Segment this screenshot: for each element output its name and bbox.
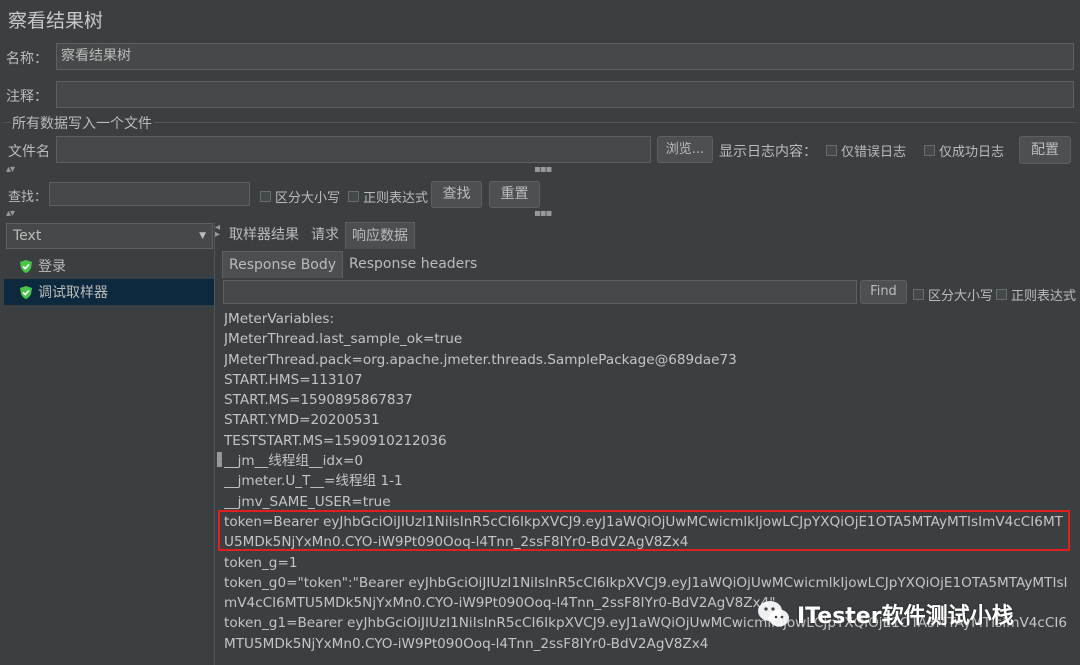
name-label: 名称： — [6, 51, 48, 67]
response-find-button[interactable]: Find — [860, 280, 907, 304]
file-section-border — [4, 122, 1076, 123]
response-line: JMeterVariables: — [224, 311, 335, 327]
filename-label: 文件名 — [8, 144, 50, 160]
tree-item-login[interactable]: 登录 — [4, 253, 214, 279]
renderer-select[interactable]: Text ▼ — [6, 223, 213, 249]
success-only-label: 仅成功日志 — [939, 145, 1005, 160]
watermark: ITester软件测试小栈 — [757, 598, 1014, 630]
regex-label: 正则表达式 — [363, 191, 429, 206]
checkbox-icon — [826, 145, 837, 156]
collapse-arrows-icon[interactable]: ◂ ▸ — [215, 223, 221, 240]
checkbox-icon — [996, 289, 1007, 300]
tab-request[interactable]: 请求 — [305, 222, 345, 249]
response-line: token_g=1 — [224, 554, 298, 571]
result-tabs: 取样器结果 请求 响应数据 — [223, 222, 415, 249]
response-line: __jm__线程组__idx=0 — [224, 453, 364, 470]
case-sensitive-label: 区分大小写 — [275, 191, 341, 206]
regex-checkbox[interactable]: 正则表达式 — [348, 187, 428, 206]
filename-field[interactable] — [56, 136, 651, 163]
vertical-divider[interactable] — [214, 222, 215, 665]
splitter-handle-icon[interactable]: ▪▪▪ — [534, 165, 552, 175]
response-line: JMeterThread.last_sample_ok=true — [224, 331, 463, 348]
case-sensitive-label: 区分大小写 — [928, 289, 994, 304]
search-input[interactable] — [49, 182, 250, 206]
tree-item-debug-sampler[interactable]: 调试取样器 — [4, 279, 214, 305]
checkbox-icon — [348, 191, 359, 202]
splitter-handle-icon[interactable]: ▪▪▪ — [534, 209, 552, 219]
find-button[interactable]: 查找 — [431, 181, 482, 208]
tab-response-headers[interactable]: Response headers — [343, 251, 483, 278]
search-label: 查找： — [8, 190, 48, 205]
result-tree: 登录 调试取样器 — [4, 253, 214, 665]
success-only-checkbox[interactable]: 仅成功日志 — [924, 141, 1004, 160]
collapse-arrows-icon[interactable]: ▴▾ — [6, 209, 15, 219]
response-line: token_g0="token":"Bearer eyJhbGciOiJIUzI… — [224, 574, 1068, 591]
response-line: JMeterThread.pack=org.apache.jmeter.thre… — [224, 351, 737, 368]
regex-label: 正则表达式 — [1011, 289, 1077, 304]
tree-item-label: 调试取样器 — [38, 285, 108, 301]
response-line: START.YMD=20200531 — [224, 412, 380, 429]
tree-item-label: 登录 — [38, 259, 66, 275]
comment-field[interactable] — [56, 81, 1074, 108]
log-display-label: 显示日志内容： — [719, 144, 817, 160]
file-section-legend: 所有数据写入一个文件 — [10, 113, 154, 133]
token-highlight-box — [218, 510, 1070, 551]
browse-button[interactable]: 浏览... — [657, 136, 713, 163]
response-line: START.MS=1590895867837 — [224, 392, 413, 409]
collapse-arrows-icon[interactable]: ▴▾ — [6, 165, 15, 175]
response-regex-checkbox[interactable]: 正则表达式 — [996, 285, 1076, 304]
wechat-logo-icon — [758, 601, 789, 627]
chevron-down-icon: ▼ — [199, 231, 206, 241]
tab-response-body[interactable]: Response Body — [222, 251, 344, 278]
response-line: TESTSTART.MS=1590910212036 — [224, 432, 447, 449]
case-sensitive-checkbox[interactable]: 区分大小写 — [260, 187, 340, 206]
response-line: MTU5MDk5NjYxMn0.CYO-iW9Pt090Ooq-l4Tnn_2s… — [224, 635, 709, 652]
response-subtabs: Response Body Response headers — [222, 251, 483, 278]
splitter-handle-icon[interactable]: ▪▪▪ — [216, 450, 223, 470]
response-search-input[interactable] — [223, 280, 857, 304]
comment-label: 注释： — [6, 89, 48, 105]
response-case-sensitive-checkbox[interactable]: 区分大小写 — [913, 285, 993, 304]
checkbox-icon — [924, 145, 935, 156]
success-shield-icon — [20, 285, 32, 299]
renderer-selected-value: Text — [13, 228, 42, 244]
response-line: __jmeter.U_T__=线程组 1-1 — [224, 473, 403, 490]
checkbox-icon — [913, 289, 924, 300]
configure-button[interactable]: 配置 — [1019, 136, 1071, 164]
checkbox-icon — [260, 191, 271, 202]
name-field[interactable]: 察看结果树 — [56, 43, 1074, 70]
success-shield-icon — [20, 259, 32, 273]
errors-only-label: 仅错误日志 — [841, 145, 907, 160]
response-line: __jmv_SAME_USER=true — [224, 493, 391, 510]
page-title: 察看结果树 — [8, 10, 104, 32]
errors-only-checkbox[interactable]: 仅错误日志 — [826, 141, 906, 160]
tab-sampler-result[interactable]: 取样器结果 — [223, 222, 305, 249]
reset-button[interactable]: 重置 — [489, 181, 540, 208]
tab-response-data[interactable]: 响应数据 — [345, 222, 415, 249]
response-line: START.HMS=113107 — [224, 371, 363, 388]
watermark-text: ITester软件测试小栈 — [797, 604, 1014, 629]
